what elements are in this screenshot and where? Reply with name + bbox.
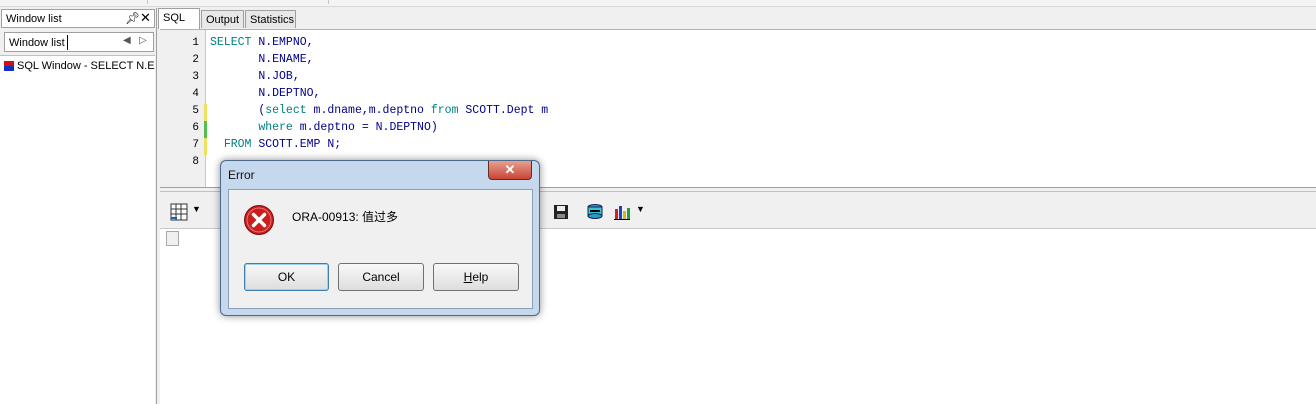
line-number: 8 [192, 156, 199, 168]
tab-label: Output [206, 14, 240, 26]
grid-corner-cell[interactable] [166, 231, 179, 246]
line-number: 2 [192, 54, 199, 66]
tab-sql[interactable]: SQL [158, 8, 200, 29]
code-line-5: (select m.dname,m.deptno from SCOTT.Dept… [210, 104, 548, 117]
dialog-close-button[interactable]: ✕ [488, 161, 532, 180]
tab-label: SQL [163, 12, 186, 24]
dropdown-arrow-icon[interactable]: ▼ [192, 204, 201, 214]
dropdown-arrow-icon[interactable]: ▼ [636, 204, 645, 214]
line-number: 1 [192, 37, 199, 49]
search-input-value: Window list [9, 37, 65, 49]
code-text: SCOTT.Dept m [458, 104, 549, 117]
sql-window-icon [4, 61, 14, 71]
window-list-header: Window list 📌︎ ✕ [1, 9, 155, 28]
code-keyword: FROM [223, 138, 252, 151]
error-icon [243, 204, 275, 236]
previous-arrow-icon[interactable]: ◀ [123, 35, 131, 46]
dialog-body: ORA-00913: 值过多 OK Cancel Help [228, 189, 533, 309]
code-text: N.DEPTNO, [258, 87, 321, 100]
window-list: SQL Window - SELECT N.EMPNO [0, 55, 155, 404]
window-list-item-label: SQL Window - SELECT N.EMPNO [17, 60, 155, 72]
next-arrow-icon[interactable]: ▷ [139, 35, 147, 46]
window-list-item[interactable]: SQL Window - SELECT N.EMPNO [2, 58, 155, 75]
code-text: SCOTT.EMP N; [251, 138, 342, 151]
saved-line-marker [204, 121, 207, 138]
code-line-2: N.ENAME, [210, 53, 314, 66]
tab-label: Statistics [250, 14, 295, 26]
modified-line-marker [204, 138, 207, 155]
error-message: ORA-00913: 值过多 [292, 210, 399, 224]
window-list-panel: Window list 📌︎ ✕ Window list ◀ ▷ SQL Win… [0, 8, 157, 404]
code-text: m.dname,m.deptno [306, 104, 431, 117]
line-number: 7 [192, 139, 199, 151]
code-keyword: from [430, 104, 459, 117]
chart-icon[interactable] [613, 203, 631, 221]
top-toolbar-edge [0, 0, 1316, 7]
window-list-search-input[interactable]: Window list ◀ ▷ [4, 32, 154, 52]
help-button[interactable]: Help [433, 263, 519, 291]
error-dialog: Error ✕ ORA-00913: 值过多 OK Cancel Help [220, 160, 540, 316]
text-caret [67, 35, 68, 50]
code-line-6: where m.deptno = N.DEPTNO) [210, 121, 438, 134]
code-text: N.ENAME, [258, 53, 314, 66]
modified-line-marker [204, 104, 207, 121]
code-keyword: SELECT [210, 36, 252, 49]
line-number-gutter: 1 2 3 4 5 6 7 8 [160, 30, 206, 188]
line-number: 4 [192, 88, 199, 100]
ok-button[interactable]: OK [244, 263, 329, 291]
query-by-example-icon[interactable] [586, 203, 604, 221]
code-text: N.JOB, [258, 70, 300, 83]
code-text: m.deptno = N.DEPTNO) [292, 121, 438, 134]
tab-statistics[interactable]: Statistics [245, 10, 296, 28]
line-number: 3 [192, 71, 199, 83]
toolbar-separator [147, 0, 148, 4]
window-list-title: Window list [6, 13, 62, 25]
code-line-1: SELECT N.EMPNO, [210, 36, 314, 49]
code-line-3: N.JOB, [210, 70, 300, 83]
line-number: 5 [192, 105, 199, 117]
grid-layout-icon[interactable] [170, 203, 188, 221]
tab-output[interactable]: Output [201, 10, 244, 28]
code-line-7: FROM SCOTT.EMP N; [210, 138, 341, 151]
toolbar-separator [328, 0, 329, 4]
save-icon[interactable] [553, 204, 569, 220]
help-label: elp [472, 270, 489, 284]
close-icon[interactable]: ✕ [140, 10, 151, 26]
line-number: 6 [192, 122, 199, 134]
code-line-4: N.DEPTNO, [210, 87, 320, 100]
editor-tabs: SQL Output Statistics [158, 8, 1316, 29]
cancel-button[interactable]: Cancel [338, 263, 424, 291]
code-keyword: select [265, 104, 307, 117]
dialog-title: Error [228, 168, 255, 182]
code-keyword: where [258, 121, 293, 134]
pin-icon[interactable]: 📌︎ [125, 11, 140, 25]
code-text: N.EMPNO, [251, 36, 314, 49]
